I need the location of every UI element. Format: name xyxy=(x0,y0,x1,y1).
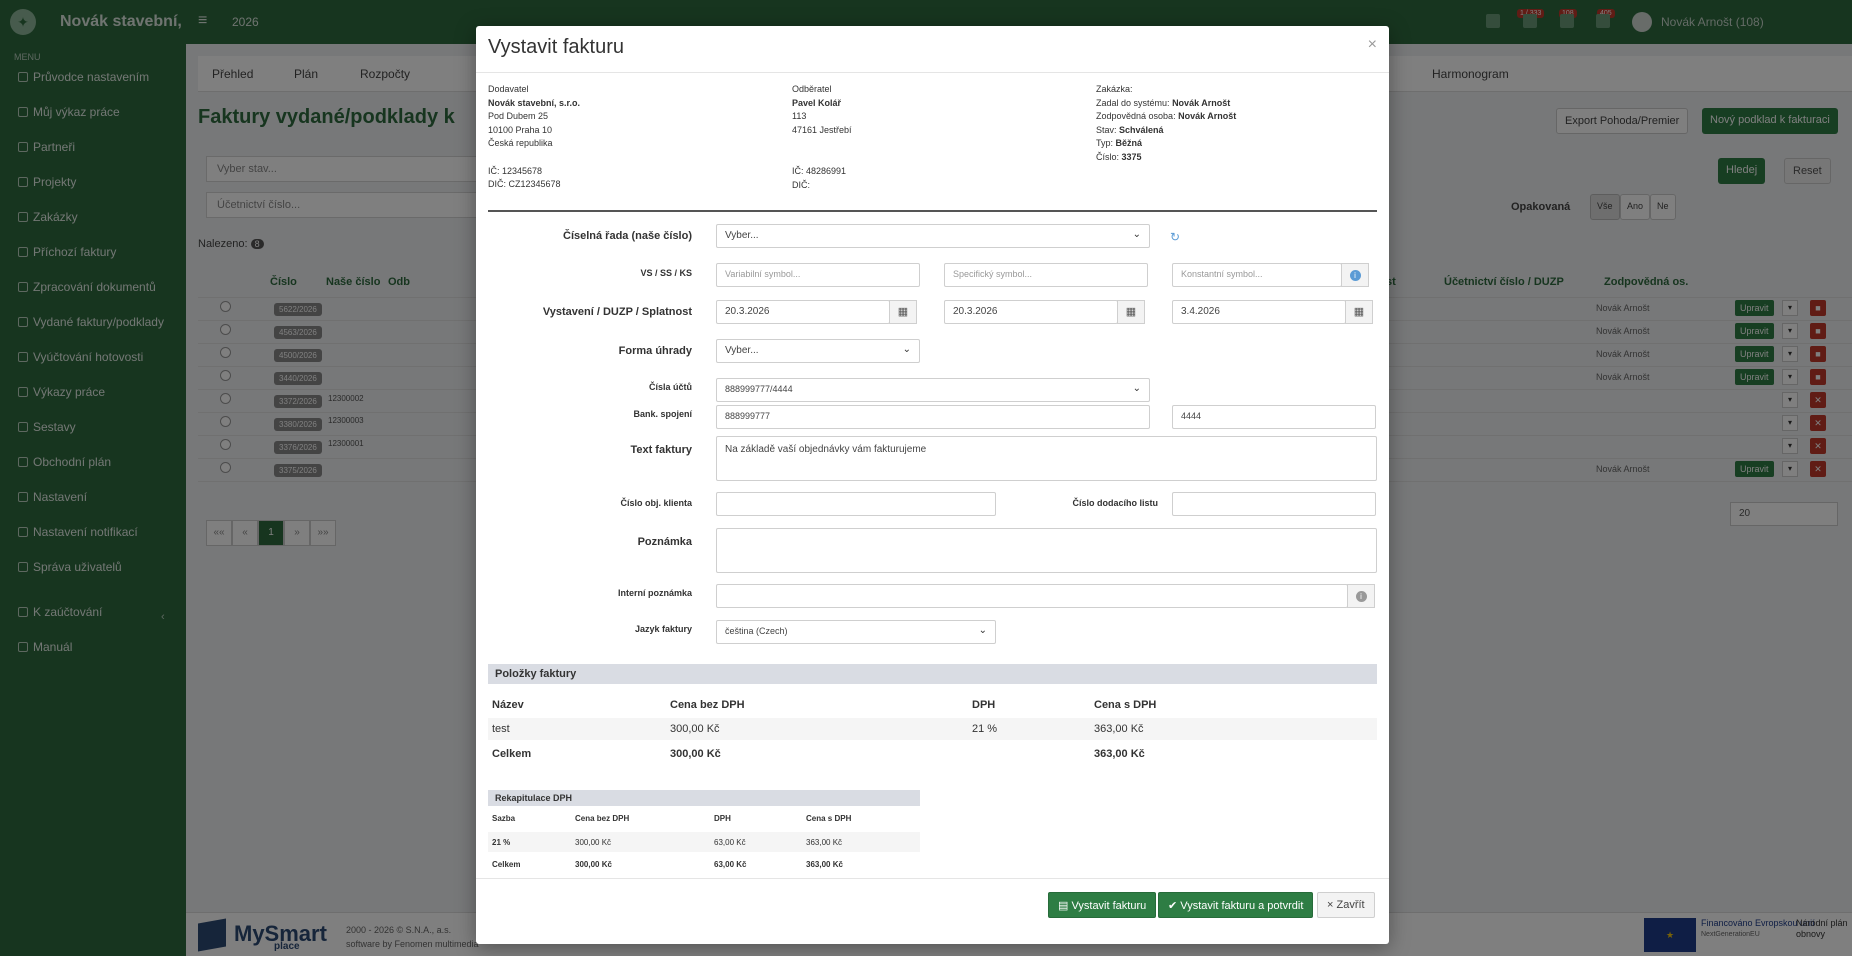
recap-total-net: 300,00 Kč xyxy=(575,860,612,869)
item-vat: 21 % xyxy=(972,723,998,735)
duzp-date-input[interactable]: 20.3.2026 xyxy=(944,300,1118,324)
items-col-vat: DPH xyxy=(972,699,996,711)
internal-note-label: Interní poznámka xyxy=(617,588,692,598)
delivery-note-label: Číslo dodacího listu xyxy=(1072,498,1158,508)
accounts-select[interactable]: 888999777/4444 ⌄ xyxy=(716,378,1150,402)
symbols-label: VS / SS / KS xyxy=(640,268,692,278)
calendar-icon[interactable]: ▦ xyxy=(1345,300,1373,324)
recap-rate: 21 % xyxy=(492,838,511,847)
items-col-net: Cena bez DPH xyxy=(670,699,745,711)
due-date-input[interactable]: 3.4.2026 xyxy=(1172,300,1346,324)
table-row xyxy=(488,832,920,852)
calendar-icon[interactable]: ▦ xyxy=(889,300,917,324)
close-button[interactable]: × Zavřít xyxy=(1317,892,1375,918)
issue-invoice-button[interactable]: ▤ Vystavit fakturu xyxy=(1048,892,1157,918)
item-name: test xyxy=(492,723,510,735)
issue-confirm-button[interactable]: ✔ Vystavit fakturu a potvrdit xyxy=(1158,892,1314,918)
delivery-note-input[interactable] xyxy=(1172,492,1376,516)
bank-label: Bank. spojení xyxy=(633,409,692,419)
chevron-down-icon: ⌄ xyxy=(1132,229,1141,240)
series-label: Číselná řada (naše číslo) xyxy=(563,230,692,242)
constant-symbol-input[interactable]: Konstantní symbol... xyxy=(1172,263,1342,287)
items-total-gross: 363,00 Kč xyxy=(1094,748,1145,760)
table-row xyxy=(488,718,1377,740)
order-block: Zakázka: Zadal do systému: Novák Arnošt … xyxy=(1096,84,1237,162)
recap-vat: 63,00 Kč xyxy=(714,838,746,847)
accounts-label: Čísla účtů xyxy=(648,382,692,392)
dates-label: Vystavení / DUZP / Splatnost xyxy=(542,306,692,318)
items-col-name: Název xyxy=(492,699,524,711)
recap-col-vat: DPH xyxy=(714,814,731,823)
note-label: Poznámka xyxy=(637,536,692,548)
customer-block: Odběratel Pavel Kolář 113 47161 Jestřebí… xyxy=(792,84,852,190)
item-net: 300,00 Kč xyxy=(670,723,720,735)
client-order-label: Číslo obj. klienta xyxy=(620,498,692,508)
check-circle-icon: ✔ xyxy=(1168,900,1181,912)
note-area[interactable] xyxy=(716,528,1377,573)
invoice-icon: ▤ xyxy=(1058,900,1072,912)
close-icon[interactable]: × xyxy=(1368,36,1377,54)
recap-total-gross: 363,00 Kč xyxy=(806,860,843,869)
issue-invoice-modal: Vystavit fakturu × Dodavatel Novák stave… xyxy=(476,26,1389,944)
calendar-icon[interactable]: ▦ xyxy=(1117,300,1145,324)
payment-select[interactable]: Vyber... ⌄ xyxy=(716,339,920,363)
recap-col-gross: Cena s DPH xyxy=(806,814,852,823)
chevron-down-icon: ⌄ xyxy=(1132,383,1141,394)
items-total-net: 300,00 Kč xyxy=(670,748,721,760)
items-total-label: Celkem xyxy=(492,748,532,760)
refresh-icon[interactable]: ↻ xyxy=(1170,230,1180,244)
supplier-block: Dodavatel Novák stavební, s.r.o. Pod Dub… xyxy=(488,84,581,189)
variable-symbol-input[interactable]: Variabilní symbol... xyxy=(716,263,920,287)
recap-total-label: Celkem xyxy=(492,860,521,869)
chevron-down-icon: ⌄ xyxy=(902,344,911,355)
issue-date-input[interactable]: 20.3.2026 xyxy=(716,300,890,324)
chevron-down-icon: ⌄ xyxy=(978,625,987,636)
invoice-text-label: Text faktury xyxy=(630,444,692,456)
series-select[interactable]: Vyber... ⌄ xyxy=(716,224,1150,248)
recap-gross: 363,00 Kč xyxy=(806,838,843,847)
language-select[interactable]: čeština (Czech) ⌄ xyxy=(716,620,996,644)
specific-symbol-input[interactable]: Specifický symbol... xyxy=(944,263,1148,287)
recap-col-rate: Sazba xyxy=(492,814,516,823)
bank-code-input[interactable]: 4444 xyxy=(1172,405,1376,429)
internal-note-input[interactable] xyxy=(716,584,1348,608)
bank-account-input[interactable]: 888999777 xyxy=(716,405,1150,429)
payment-label: Forma úhrady xyxy=(618,345,692,357)
item-gross: 363,00 Kč xyxy=(1094,723,1144,735)
language-label: Jazyk faktury xyxy=(634,624,692,634)
info-icon[interactable]: i xyxy=(1347,584,1375,608)
vat-recap-title: Rekapitulace DPH xyxy=(488,790,920,806)
items-section-title: Položky faktury xyxy=(488,664,1377,684)
items-col-gross: Cena s DPH xyxy=(1094,699,1157,711)
recap-col-net: Cena bez DPH xyxy=(575,814,630,823)
recap-net: 300,00 Kč xyxy=(575,838,612,847)
info-icon[interactable]: i xyxy=(1341,263,1369,287)
recap-total-vat: 63,00 Kč xyxy=(714,860,747,869)
client-order-input[interactable] xyxy=(716,492,996,516)
invoice-text-area[interactable]: Na základě vaší objednávky vám fakturuje… xyxy=(716,436,1377,481)
modal-title: Vystavit fakturu xyxy=(488,36,624,58)
